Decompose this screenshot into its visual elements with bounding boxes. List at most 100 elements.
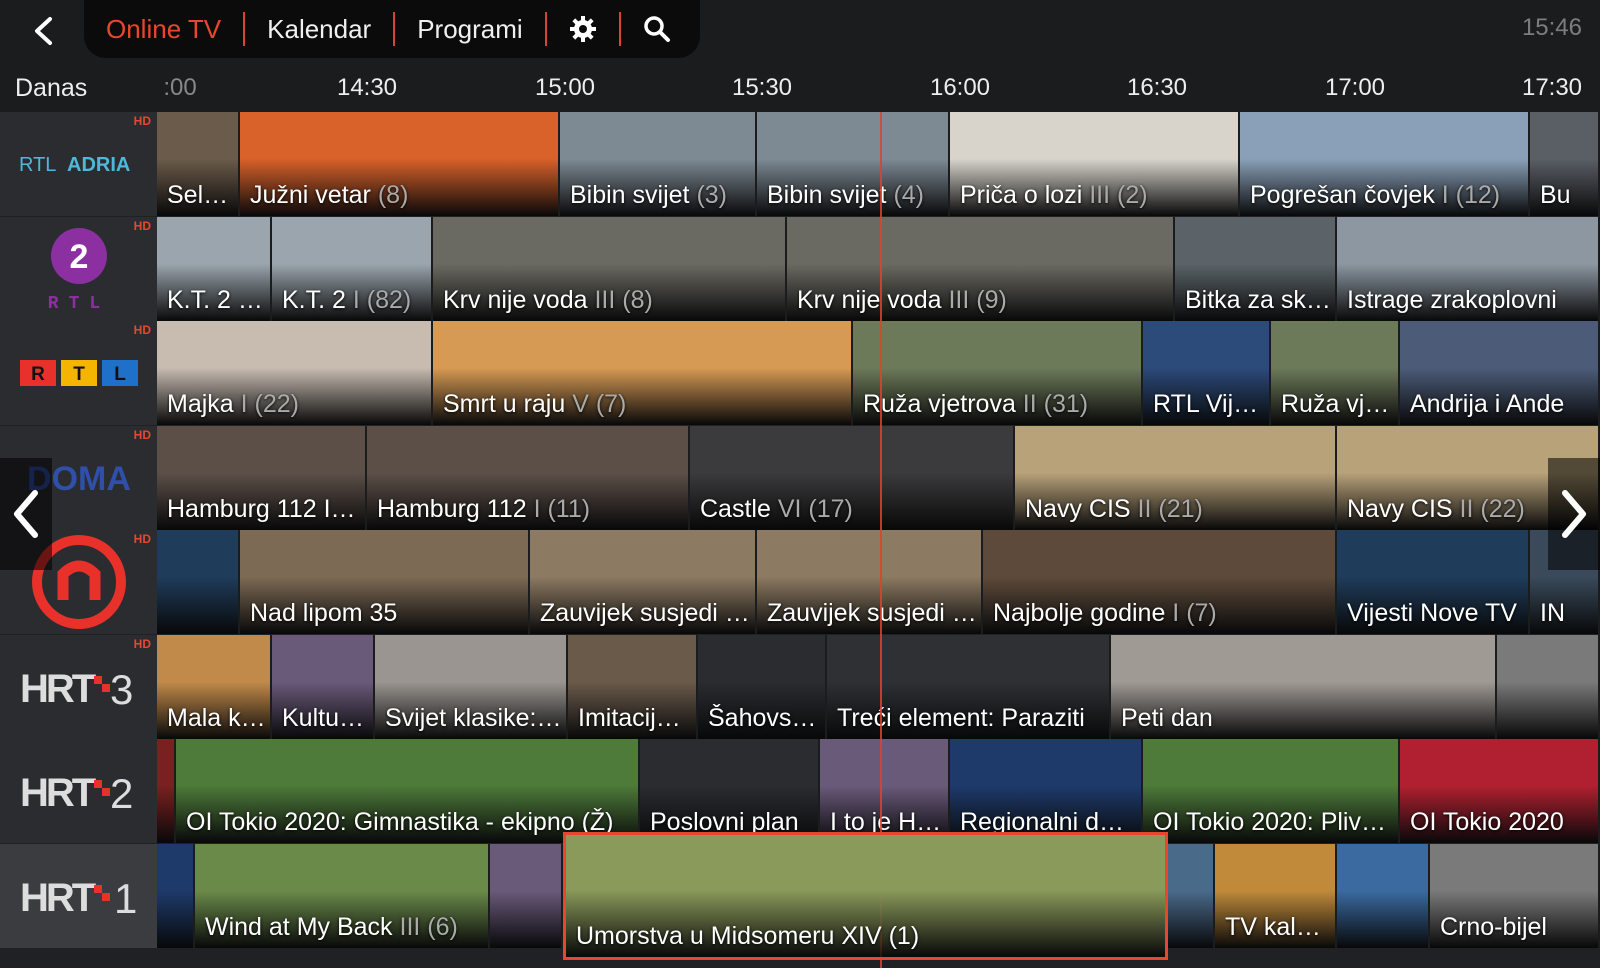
program-tile[interactable]: Poslovni plan <box>640 739 820 843</box>
channel-row: R T L HD Majka I (22) Smrt u raju V (7) Ruža v… <box>0 321 1600 425</box>
program-tile[interactable]: Castle VI (17) <box>690 426 1015 530</box>
program-tile[interactable]: Hamburg 112 I (11) <box>367 426 690 530</box>
program-tile[interactable] <box>157 530 240 634</box>
program-title: K.T. 2 I… <box>167 286 266 314</box>
program-tile[interactable]: Crno-bijel <box>1430 844 1600 948</box>
program-tile[interactable]: Ruža vjetrova II (31) <box>853 321 1143 425</box>
svg-text:2: 2 <box>69 238 88 276</box>
channel-logo[interactable]: HRT 3 HD <box>0 635 157 739</box>
tab-kalendar[interactable]: Kalendar <box>245 12 396 46</box>
chevron-left-icon <box>14 490 38 538</box>
program-tile[interactable]: Smrt u raju V (7) <box>433 321 853 425</box>
scroll-right-button[interactable] <box>1548 458 1600 570</box>
episode-number: III (6) <box>392 913 458 941</box>
channel-row: DOMA HD Hamburg 112 I… Hamburg 112 I (11) Ca… <box>0 426 1600 530</box>
program-tile[interactable]: Kultu… <box>272 635 375 739</box>
hd-badge: HD <box>133 637 151 651</box>
channel-logo[interactable]: R T L HD <box>0 321 157 425</box>
program-tile[interactable]: Peti dan <box>1111 635 1497 739</box>
back-button[interactable] <box>18 6 68 56</box>
program-tile[interactable]: RTL Vijesti <box>1143 321 1271 425</box>
scroll-left-button[interactable] <box>0 458 52 570</box>
program-tile[interactable]: Ruža vje… <box>1271 321 1400 425</box>
program-tile[interactable]: Vijesti Nove TV <box>1337 530 1530 634</box>
tab-programi[interactable]: Programi <box>395 12 547 46</box>
program-tile[interactable]: Istrage zrakoplovni <box>1337 217 1600 321</box>
program-title: Bibin svijet (4) <box>767 181 924 209</box>
program-tile[interactable]: TV kal… <box>1215 844 1337 948</box>
program-tile[interactable]: Navy CIS II (21) <box>1015 426 1337 530</box>
program-tile[interactable]: Imitacij… <box>568 635 698 739</box>
hd-badge: HD <box>133 532 151 546</box>
program-title: Andrija i Ande <box>1410 390 1565 418</box>
program-tile[interactable]: I to je H… <box>820 739 950 843</box>
svg-text:RTL: RTL <box>47 294 109 314</box>
episode-number: III (2) <box>1082 181 1148 209</box>
program-tile[interactable]: Najbolje godine I (7) <box>983 530 1337 634</box>
program-tile[interactable]: Krv nije voda III (9) <box>787 217 1175 321</box>
program-title: Hamburg 112 I (11) <box>377 495 591 523</box>
program-tile[interactable]: Treći element: Paraziti <box>827 635 1111 739</box>
chevron-left-icon <box>35 17 52 45</box>
program-tile[interactable]: Nad lipom 35 <box>240 530 530 634</box>
episode-number: I (7) <box>1165 599 1217 627</box>
program-tile[interactable]: Regionalni dn… <box>950 739 1143 843</box>
program-tile[interactable]: K.T. 2 I… <box>157 217 272 321</box>
episode-number: III (9) <box>941 286 1007 314</box>
program-tile[interactable]: Wind at My Back III (6) <box>195 844 490 948</box>
program-tile[interactable]: Bu <box>1530 112 1600 216</box>
program-title: Pogrešan čovjek I (12) <box>1250 181 1501 209</box>
program-tile[interactable] <box>490 844 563 948</box>
program-tile[interactable]: Šahovs… <box>698 635 827 739</box>
program-tile[interactable]: Hamburg 112 I… <box>157 426 367 530</box>
program-tile[interactable]: Bibin svijet (3) <box>560 112 757 216</box>
program-tile[interactable] <box>157 739 176 843</box>
program-title: Krv nije voda III (9) <box>797 286 1007 314</box>
time-tick: 16:30 <box>1126 74 1188 101</box>
episode-number: II (22) <box>1452 495 1525 523</box>
program-tile[interactable] <box>157 844 195 948</box>
program-tile-selected[interactable]: Umorstva u Midsomeru XIV (1) <box>563 832 1168 960</box>
program-tile[interactable] <box>1497 635 1600 739</box>
svg-text:RTL: RTL <box>19 154 56 176</box>
program-tile[interactable] <box>1168 844 1215 948</box>
program-tile[interactable]: Zauvijek susjedi … <box>530 530 757 634</box>
tab-online-tv[interactable]: Online TV <box>84 12 246 46</box>
program-tile[interactable]: Južni vetar (8) <box>240 112 560 216</box>
channel-logo[interactable]: HRT 1 <box>0 844 157 948</box>
program-tile[interactable]: Zauvijek susjedi … <box>757 530 983 634</box>
hrt3-logo: HRT 3 <box>20 666 133 712</box>
main-nav: Online TV Kalendar Programi <box>84 0 700 58</box>
svg-text:HRT: HRT <box>20 667 96 711</box>
program-title: RTL Vijesti <box>1153 390 1265 418</box>
program-tile[interactable] <box>1337 844 1430 948</box>
program-tile[interactable]: Bibin svijet (4) <box>757 112 950 216</box>
program-tile[interactable]: Majka I (22) <box>157 321 433 425</box>
channel-row: HRT 3 HD Mala k… Kultu… Svijet klasike:… Imita… <box>0 635 1600 739</box>
program-tile[interactable]: Bitka za sk… <box>1175 217 1337 321</box>
program-title: Navy CIS II (21) <box>1025 495 1203 523</box>
channel-logo[interactable]: HRT 2 <box>0 739 157 843</box>
program-tile[interactable]: Mala k… <box>157 635 272 739</box>
program-tile[interactable]: OI Tokio 2020 <box>1400 739 1600 843</box>
program-tile[interactable]: Pogrešan čovjek I (12) <box>1240 112 1530 216</box>
hd-badge: HD <box>133 428 151 442</box>
program-title: Ruža vjetrova II (31) <box>863 390 1089 418</box>
program-tile[interactable]: Andrija i Ande <box>1400 321 1600 425</box>
program-title: Majka I (22) <box>167 390 299 418</box>
program-tile[interactable]: Svijet klasike:… <box>375 635 568 739</box>
episode-number: I (22) <box>233 390 299 418</box>
epg-grid: RTL ADRIA HD Sel… Južni vetar (8) Bibin svij… <box>0 112 1600 968</box>
program-tile[interactable]: Priča o lozi III (2) <box>950 112 1240 216</box>
program-title: Najbolje godine I (7) <box>993 599 1217 627</box>
channel-logo[interactable]: 2 RTL HD <box>0 217 157 321</box>
program-tile[interactable]: Krv nije voda III (8) <box>433 217 787 321</box>
channel-logo[interactable]: RTL ADRIA HD <box>0 112 157 216</box>
program-tile[interactable]: OI Tokio 2020: Pliva… <box>1143 739 1400 843</box>
search-button[interactable] <box>621 12 693 46</box>
program-tile[interactable]: OI Tokio 2020: Gimnastika - ekipno (Ž) <box>176 739 640 843</box>
time-tick: 16:00 <box>929 74 991 101</box>
settings-button[interactable] <box>547 12 621 46</box>
program-tile[interactable]: Sel… <box>157 112 240 216</box>
program-tile[interactable]: K.T. 2 I (82) <box>272 217 433 321</box>
